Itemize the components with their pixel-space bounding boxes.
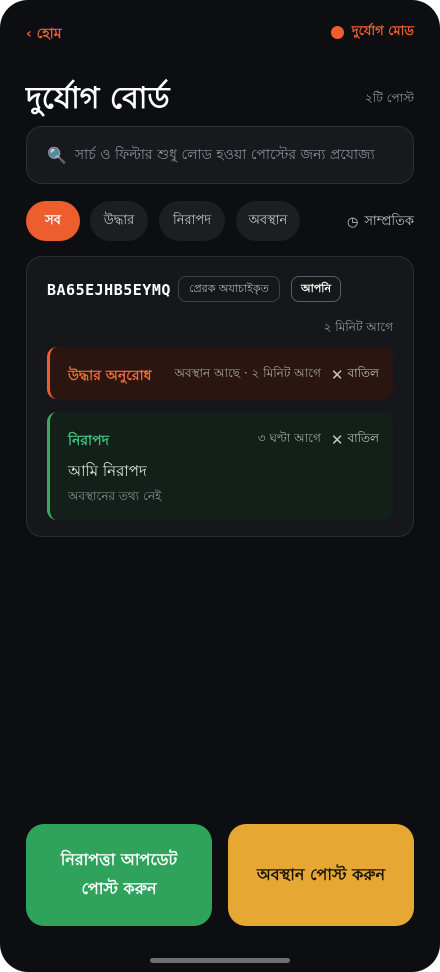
post-location-button[interactable]: অবস্থান পোস্ট করুন [228, 824, 414, 926]
home-indicator[interactable] [150, 958, 290, 963]
entry-message: আমি নিরাপদ [68, 462, 147, 480]
search-input[interactable]: 🔍 সার্চ ও ফিল্টার শুধু লোড হওয়া পোস্টের… [26, 126, 414, 184]
entry-type-label: উদ্ধার অনুরোধ [68, 368, 152, 384]
unverified-badge: প্রেরক অযাচাইকৃত [178, 276, 280, 302]
status-dot-icon [330, 26, 344, 39]
filter-chip-safe[interactable]: নিরাপদ [159, 201, 225, 241]
safe-status-entry: নিরাপদ ৩ ঘণ্টা আগে ✕ বাতিল আমি নিরাপদ অব… [47, 412, 393, 520]
close-icon: ✕ [330, 365, 344, 384]
entry-meta: অবস্থান আছে · ২ মিনিট আগে ✕ বাতিল [175, 365, 379, 385]
filter-chip-location[interactable]: অবস্থান [236, 201, 300, 241]
cancel-button[interactable]: ✕ বাতিল [331, 365, 379, 385]
entry-type-label: নিরাপদ [68, 433, 109, 449]
filter-chip-rescue[interactable]: উদ্ধার [90, 201, 148, 241]
filter-chip-all[interactable]: সব [26, 201, 80, 241]
sort-label: সাম্প্রতিক [364, 214, 414, 229]
entry-location-note: অবস্থানের তথ্য নেই [68, 489, 162, 503]
entry-meta-text: ৩ ঘণ্টা আগে [257, 431, 321, 445]
clock-icon: ◷ [347, 215, 359, 230]
sender-device-id: BA65EJHB5EYMQ [47, 281, 171, 299]
sender-card: BA65EJHB5EYMQ প্রেরক অযাচাইকৃত আপনি ২ মি… [26, 256, 414, 537]
post-safety-update-button[interactable]: নিরাপত্তা আপডেট পোস্ট করুন [26, 824, 212, 926]
card-timestamp: ২ মিনিট আগে [323, 320, 393, 334]
entry-meta-text: অবস্থান আছে · ২ মিনিট আগে [174, 366, 321, 380]
cancel-label: বাতিল [347, 366, 379, 380]
page-title: দুর্যোগ বোর্ড [26, 81, 170, 116]
cancel-label: বাতিল [347, 431, 379, 445]
back-home-link[interactable]: ‹ হোম [26, 22, 62, 46]
search-placeholder: সার্চ ও ফিল্টার শুধু লোড হওয়া পোস্টের জ… [74, 147, 375, 163]
close-icon: ✕ [330, 430, 344, 449]
post-count: ২টি পোস্ট [365, 91, 414, 105]
cancel-button[interactable]: ✕ বাতিল [331, 430, 379, 450]
you-badge: আপনি [291, 276, 342, 302]
app-screen: ‹ হোম দুর্যোগ মোড দুর্যোগ বোর্ড ২টি পোস্… [0, 0, 440, 972]
mode-label: দুর্যোগ মোড [351, 24, 414, 39]
entry-meta: ৩ ঘণ্টা আগে ✕ বাতিল [258, 430, 379, 450]
disaster-mode-indicator: দুর্যোগ মোড [330, 22, 414, 43]
filter-bar: সব উদ্ধার নিরাপদ অবস্থান ◷ সাম্প্রতিক [26, 201, 414, 241]
search-icon: 🔍 [47, 145, 67, 165]
sort-recent-button[interactable]: ◷ সাম্প্রতিক [347, 212, 414, 233]
top-bar: ‹ হোম দুর্যোগ মোড [26, 22, 414, 44]
rescue-request-entry: উদ্ধার অনুরোধ অবস্থান আছে · ২ মিনিট আগে … [47, 347, 393, 399]
